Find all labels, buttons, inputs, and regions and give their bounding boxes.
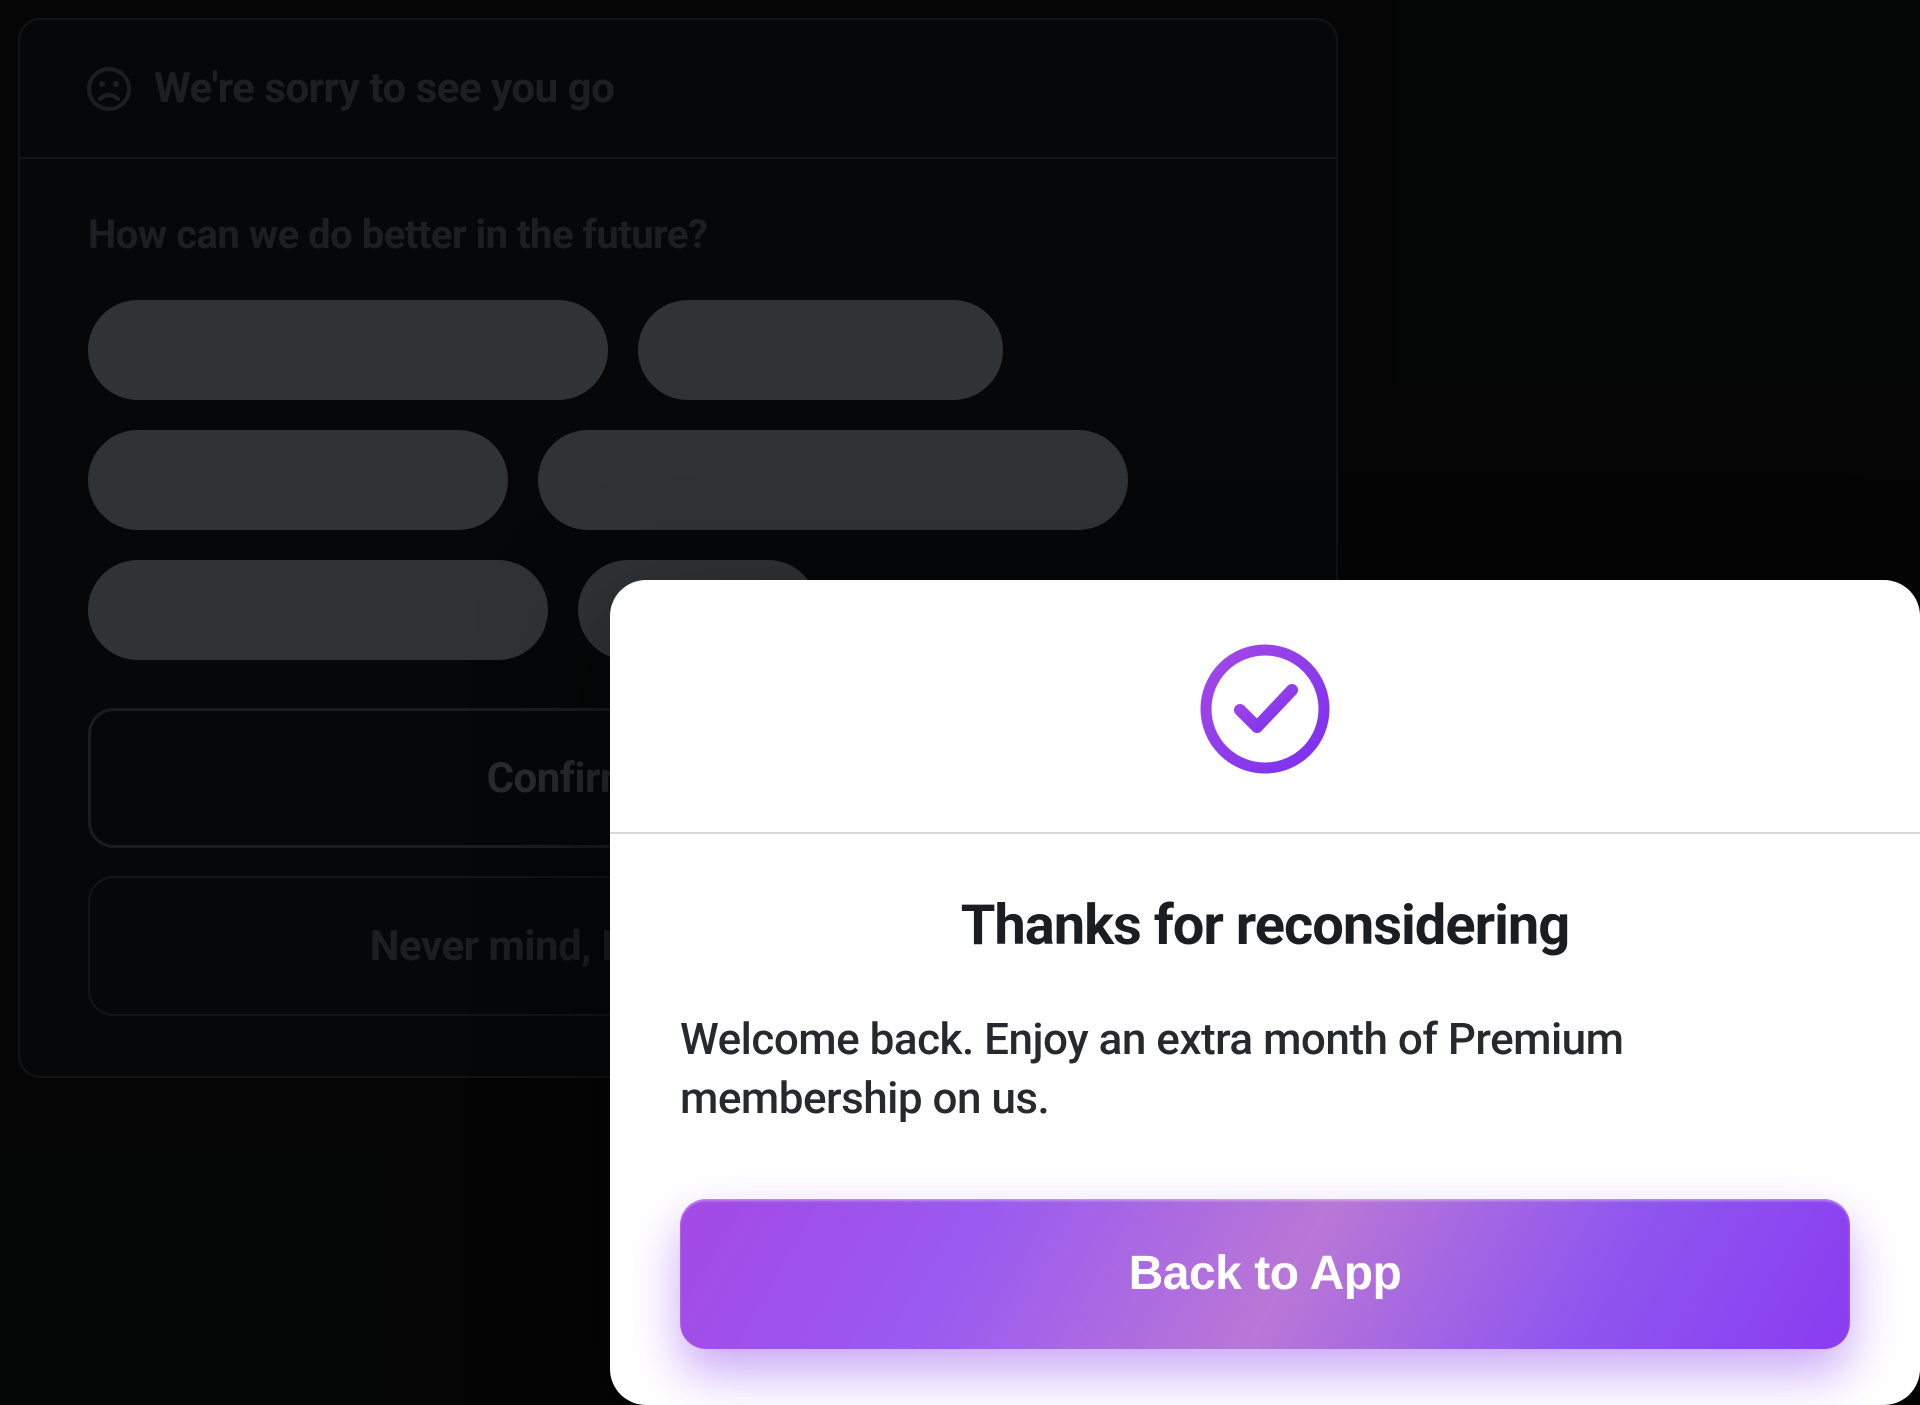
- modal-body: Thanks for reconsidering Welcome back. E…: [610, 834, 1920, 1349]
- sad-face-icon: [86, 66, 132, 112]
- back-to-app-button[interactable]: Back to App: [680, 1199, 1850, 1349]
- reconsider-modal: Thanks for reconsidering Welcome back. E…: [610, 580, 1920, 1405]
- cancel-panel-title: We're sorry to see you go: [154, 64, 614, 113]
- reason-option[interactable]: [88, 300, 608, 400]
- cancel-panel-header: We're sorry to see you go: [20, 20, 1336, 159]
- back-to-app-label: Back to App: [1129, 1247, 1402, 1300]
- reason-option[interactable]: [638, 300, 1003, 400]
- reason-option[interactable]: [88, 430, 508, 530]
- check-circle-icon: [1198, 642, 1332, 776]
- modal-title: Thanks for reconsidering: [680, 892, 1850, 958]
- cancel-question: How can we do better in the future?: [88, 211, 1268, 258]
- modal-description: Welcome back. Enjoy an extra month of Pr…: [680, 1010, 1850, 1129]
- reason-option[interactable]: [538, 430, 1128, 530]
- modal-icon-wrap: [610, 580, 1920, 834]
- reason-option[interactable]: [88, 560, 548, 660]
